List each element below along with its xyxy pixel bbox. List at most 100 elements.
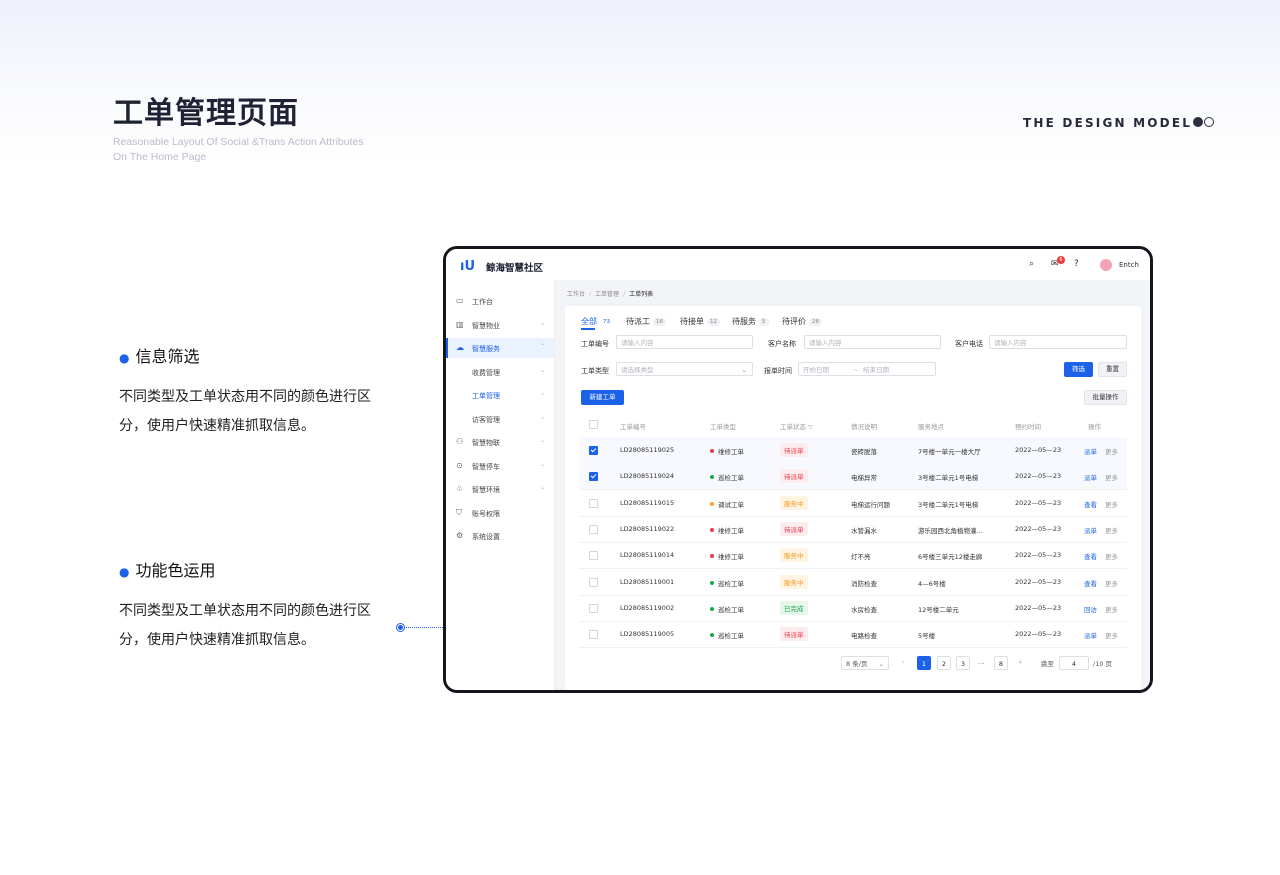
avatar[interactable] (1100, 259, 1112, 271)
breadcrumb-item[interactable]: 工作台 (567, 291, 585, 298)
row-checkbox[interactable] (589, 603, 598, 613)
sidebar-item-property[interactable]: ▥ 智慧物业 ⌄ (446, 315, 554, 335)
row-checkbox[interactable] (589, 630, 598, 640)
table-row[interactable]: LD28085119014 维修工单 服务中 灯不亮 6号楼三单元12楼走廊 2022—0… (579, 542, 1127, 570)
chevron-down-icon: ⌄ (878, 660, 884, 668)
tab-label: 待评价 (782, 317, 806, 326)
row-more-link[interactable]: 更多 (1105, 446, 1118, 456)
status-badge: 待派单 (780, 443, 808, 457)
tab-pending-service[interactable]: 待服务 5 (732, 316, 769, 327)
breadcrumb-current: 工单列表 (629, 291, 654, 298)
status-badge: 待派单 (780, 627, 808, 642)
row-action-link[interactable]: 派单 (1084, 630, 1097, 640)
type-select[interactable]: 请选择类型 ⌄ (616, 362, 753, 376)
sidebar-item-visitor[interactable]: 访客管理 ⌄ (446, 409, 554, 429)
row-more-link[interactable]: 更多 (1105, 472, 1118, 482)
order-type: 巡检工单 (710, 604, 744, 614)
tab-pending-review[interactable]: 待评价 28 (782, 316, 822, 327)
row-more-link[interactable]: 更多 (1105, 578, 1118, 588)
user-name[interactable]: Entch (1119, 261, 1139, 269)
page-size-select[interactable]: 8 条/页 ⌄ (841, 656, 889, 670)
order-place: 6号楼三单元12楼走廊 (918, 553, 983, 562)
status-badge: 服务中 (780, 574, 808, 589)
row-action-link[interactable]: 回访 (1084, 604, 1097, 614)
sidebar-item-environment[interactable]: ♧ 智慧环境 ⌄ (446, 479, 554, 499)
type-dot-icon (710, 554, 714, 559)
start-date: 开始日期 (803, 366, 829, 374)
row-checkbox[interactable] (589, 551, 598, 561)
select-all-checkbox[interactable] (589, 420, 598, 429)
app-topbar: ıU 鲸海智慧社区 ⌕ ✉ 6 ? Entch (446, 249, 1150, 281)
filter-icon[interactable]: ▽ (808, 424, 813, 431)
breadcrumb-item[interactable]: 工单管理 (595, 291, 619, 298)
end-date: 结束日期 (863, 366, 889, 374)
table-row[interactable]: LD28085119024 巡检工单 待派单 电梯异常 3号楼二单元1号电梯 2022—0… (579, 463, 1127, 491)
jump-input[interactable]: 4 (1059, 656, 1089, 670)
row-action-link[interactable]: 查看 (1084, 578, 1097, 588)
new-workorder-button[interactable]: 新建工单 (581, 390, 624, 405)
table-row[interactable]: LD28085119002 巡检工单 已完成 水房检查 12号楼二单元 2022—05—2… (579, 595, 1127, 622)
sidebar-item-settings[interactable]: ⚙ 系统设置 (446, 526, 554, 546)
row-action-link[interactable]: 派单 (1084, 525, 1097, 535)
next-page-icon[interactable]: › (1019, 658, 1022, 666)
sidebar-item-workorder[interactable]: 工单管理 ⌄ (446, 385, 554, 405)
order-no-input[interactable]: 请输入内容 (616, 335, 753, 349)
row-action-link[interactable]: 派单 (1084, 472, 1097, 482)
sidebar-item-iot[interactable]: ⚇ 智慧物联 ⌄ (446, 432, 554, 452)
row-checkbox[interactable] (589, 472, 598, 482)
reset-button[interactable]: 重置 (1098, 362, 1127, 377)
order-time: 2022—05—23 (1015, 551, 1062, 560)
app-frame: ıU 鲸海智慧社区 ⌕ ✉ 6 ? Entch ▭ 工作台 ▥ 智慧物业 ⌄ ☁… (443, 246, 1153, 693)
filter-button[interactable]: 筛选 (1064, 362, 1093, 377)
sidebar-item-dashboard[interactable]: ▭ 工作台 (446, 291, 554, 311)
prev-page-icon[interactable]: ‹ (902, 658, 905, 666)
jump-label: 跳至 (1041, 660, 1054, 668)
batch-action-button[interactable]: 批量操作 (1084, 390, 1127, 405)
order-time: 2022—05—23 (1015, 446, 1062, 454)
phone-input[interactable]: 请输入内容 (989, 335, 1127, 349)
order-type-label: 维修工单 (718, 448, 744, 456)
order-type: 维修工单 (710, 525, 744, 535)
row-checkbox[interactable] (589, 524, 598, 534)
table-row[interactable]: LD28085119025 维修工单 待派单 瓷砖脱落 7号楼一单元一楼大厅 2022—0… (579, 437, 1127, 464)
table-row[interactable]: LD28085119022 维修工单 待派单 水管漏水 游乐园西北角植物灌… 2022—0… (579, 516, 1127, 543)
tab-label: 待服务 (732, 317, 756, 326)
col-header: 工单类型 (710, 423, 736, 431)
row-action-link[interactable]: 查看 (1084, 499, 1097, 509)
page-button[interactable]: 8 (994, 656, 1008, 670)
row-checkbox[interactable] (589, 446, 598, 455)
page-title: 工单管理页面 (113, 96, 299, 131)
date-range-input[interactable]: 开始日期 ~ 结束日期 (798, 362, 936, 376)
row-more-link[interactable]: 更多 (1105, 630, 1118, 640)
search-icon[interactable]: ⌕ (1029, 259, 1034, 269)
help-icon[interactable]: ? (1074, 259, 1079, 269)
row-more-link[interactable]: 更多 (1105, 499, 1118, 509)
tab-pending-accept[interactable]: 待接单 12 (680, 316, 720, 327)
page-button[interactable]: 3 (956, 656, 970, 670)
row-more-link[interactable]: 更多 (1105, 604, 1118, 614)
row-checkbox[interactable] (589, 498, 598, 508)
tab-pending-dispatch[interactable]: 待派工 16 (626, 316, 666, 327)
chevron-down-icon: ⌄ (540, 390, 546, 397)
sidebar-item-account[interactable]: ⛉ 账号权限 (446, 503, 554, 523)
row-action-link[interactable]: 派单 (1084, 446, 1097, 456)
order-no: LD28085119014 (620, 551, 675, 560)
page-button[interactable]: 2 (937, 656, 951, 670)
row-action-link[interactable]: 查看 (1084, 551, 1097, 561)
sidebar-item-service[interactable]: ☁ 智慧服务 ⌃ (446, 338, 554, 358)
row-more-link[interactable]: 更多 (1105, 525, 1118, 535)
sidebar-item-parking[interactable]: ⊙ 智慧停车 ⌄ (446, 456, 554, 476)
cloud-icon: ☁ (456, 343, 464, 352)
tab-all[interactable]: 全部 73 (581, 316, 613, 327)
sidebar-item-billing[interactable]: 收费管理 ⌄ (446, 362, 554, 382)
customer-input[interactable]: 请输入内容 (804, 335, 941, 349)
type-dot-icon (710, 449, 714, 453)
page-button[interactable]: 1 (917, 656, 931, 670)
table-row[interactable]: LD28085119001 巡检工单 服务中 消防检查 4—6号楼 2022—05—23 查… (579, 569, 1127, 596)
row-more-link[interactable]: 更多 (1105, 551, 1118, 561)
table-row[interactable]: LD28085119015 调试工单 服务中 电梯运行问题 3号楼二单元1号电梯 2022… (579, 490, 1127, 517)
table-row[interactable]: LD28085119005 巡检工单 待派单 电路检查 5号楼 2022—05—23 派单更… (579, 621, 1127, 649)
row-checkbox[interactable] (589, 577, 598, 587)
col-header: 工单状态 ▽ (780, 421, 813, 431)
chevron-down-icon: ⌄ (540, 461, 546, 468)
